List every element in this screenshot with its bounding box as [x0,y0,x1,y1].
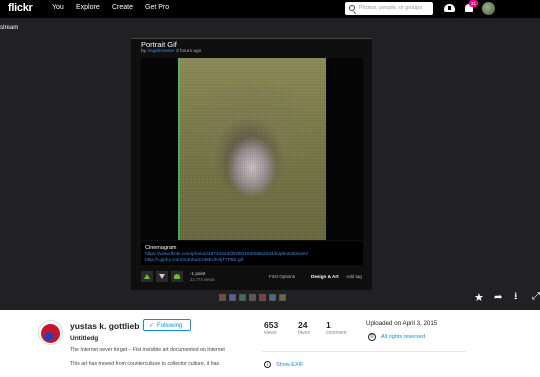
nav-create[interactable]: Create [112,4,133,11]
user-avatar[interactable] [482,2,495,15]
downvote-arrow-icon [159,274,165,279]
faves-stat-number: 24 [298,320,308,330]
thumbnail[interactable] [279,294,286,301]
author-avatar[interactable] [38,320,63,345]
vote-bar: -1 point 22,774 views First Options Desi… [141,271,363,283]
views-stat-label: views [264,330,277,336]
points-count: -1 point [190,271,206,276]
thumbnail[interactable] [219,294,226,301]
comments-stat-number: 1 [326,320,331,330]
favorite-star-icon[interactable]: ★ [474,293,484,304]
thumbnail[interactable] [229,294,236,301]
photo-panel: Portrait Gif by imgsbrowser 3 hours ago … [131,38,372,290]
comments-stat-label: comment [326,330,347,336]
views-stat-number: 653 [264,320,279,330]
views-count: 22,774 views [190,277,215,282]
search-input[interactable]: Photos, people, or groups [345,2,433,15]
thumbnail[interactable] [239,294,246,301]
first-options-button[interactable]: First Options [269,274,295,279]
search-icon [349,5,355,11]
favorite-button[interactable] [171,271,183,282]
top-nav: flickr You Explore Create Get Pro Photos… [0,0,540,18]
photo-description-line: The Internet never forget – Fist invisib… [70,347,225,353]
back-to-photostream-link[interactable]: stream [0,25,18,31]
heart-icon [174,274,180,279]
upload-cloud-icon[interactable] [444,4,455,12]
description-title: Cinemagram [145,245,177,251]
thumbnail[interactable] [269,294,276,301]
upvote-arrow-icon [144,274,150,279]
downvote-button[interactable] [156,271,168,282]
show-exif-link[interactable]: Show EXIF [276,362,304,368]
info-icon: i [264,361,271,368]
following-label: Following [157,322,183,329]
author-name[interactable]: yustas k. gottlieb [70,321,139,331]
search-placeholder: Photos, people, or groups [359,5,422,11]
following-button[interactable]: ✓ Following [143,319,191,331]
upvote-button[interactable] [141,271,153,282]
photo-description-line: This art has moved from counterculture t… [70,361,220,367]
post-author-link[interactable]: imgsbrowser [147,49,174,54]
upload-date: Uploaded on April 3, 2015 [366,320,438,327]
description-link-giphy[interactable]: http://i.giphy.com/3oEdvaCeMEVK9jT7P6S.g… [145,258,243,263]
nav-get-pro[interactable]: Get Pro [145,4,169,11]
nav-explore[interactable]: Explore [76,4,100,11]
post-time: 3 hours ago [175,49,202,54]
by-label: by [141,49,147,54]
thumbnail[interactable] [259,294,266,301]
flickr-logo[interactable]: flickr [8,2,33,14]
notification-badge: 31 [469,0,478,7]
all-rights-reserved-link[interactable]: All rights reserved [381,334,425,340]
check-icon: ✓ [149,323,155,329]
faves-stat-label: faves [298,330,310,336]
expand-icon[interactable]: ⤢ [532,292,540,302]
copyright-icon: © [368,333,376,341]
nav-you[interactable]: You [52,4,64,11]
download-icon[interactable]: ⭳ [514,292,518,302]
description-box: Cinemagram https://www.flickr.com/photos… [141,241,363,265]
post-meta: by imgsbrowser 3 hours ago [141,49,201,54]
design-art-tag[interactable]: Design & Art [311,274,339,279]
divider [262,351,466,352]
photo-info-section: yustas k. gottlieb ✓ Following Untitledg… [0,310,540,377]
thumbnail[interactable] [249,294,256,301]
portrait-photo[interactable] [178,58,326,240]
image-frame [141,58,363,240]
share-icon[interactable]: ➦ [494,293,502,303]
photo-title: Untitledg [70,335,99,342]
description-link-flickr[interactable]: https://www.flickr.com/photos/48734423@N… [145,252,308,257]
add-tag-button[interactable]: Add tag [346,274,362,279]
post-title: Portrait Gif [141,40,177,49]
